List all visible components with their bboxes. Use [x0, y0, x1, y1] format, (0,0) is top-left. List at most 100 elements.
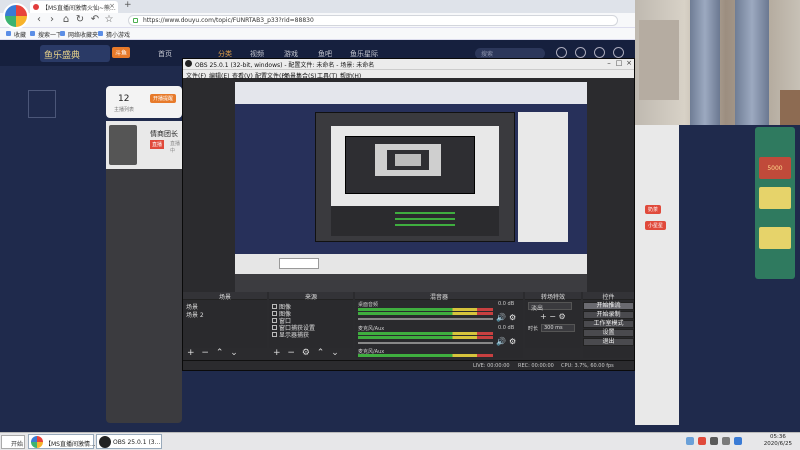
tray-icon[interactable]: [686, 437, 694, 445]
menu-profile[interactable]: 配置文件(P): [255, 71, 287, 80]
chair: [780, 90, 800, 125]
duration-input[interactable]: 300 ms: [541, 324, 575, 332]
menu-view[interactable]: 查看(V): [232, 71, 253, 80]
add-transition-icon[interactable]: +: [540, 312, 547, 321]
live-status: 直播中: [170, 141, 181, 154]
source-settings-icon[interactable]: ⚙: [302, 348, 310, 358]
remove-transition-icon[interactable]: −: [549, 312, 556, 321]
anchor-count-label: 主播列表: [114, 107, 135, 113]
live-tag: 直播: [150, 140, 165, 149]
browser-logo-icon[interactable]: [3, 3, 29, 29]
menu-help[interactable]: 帮助(H): [340, 71, 361, 80]
obs-preview[interactable]: [235, 82, 587, 292]
obs-title-text: OBS 25.0.1 (32-bit, windows) - 配置文件: 未命名…: [195, 62, 375, 69]
controls-panel: 开始推流 开始录制 工作室模式 设置 退出: [583, 300, 634, 358]
refresh-icon[interactable]: ↻: [74, 14, 86, 25]
remove-scene-icon[interactable]: −: [201, 348, 209, 358]
browser-task-icon: [31, 436, 43, 448]
add-scene-icon[interactable]: +: [187, 348, 195, 358]
network-icon[interactable]: [710, 437, 718, 445]
gift-item[interactable]: [759, 187, 791, 209]
site-logo[interactable]: 鱼乐盛典: [40, 45, 110, 62]
transition-settings-icon[interactable]: ⚙: [559, 312, 566, 321]
start-streaming-button[interactable]: 开始推流: [583, 302, 634, 310]
menu-tools[interactable]: 工具(T): [317, 71, 337, 80]
back-icon[interactable]: ‹: [33, 14, 45, 25]
undo-icon[interactable]: ↶: [89, 14, 101, 25]
source-down-icon[interactable]: ⌄: [331, 348, 339, 358]
taskbar-browser[interactable]: 【MS直播间激情...: [28, 434, 96, 449]
volume-icon[interactable]: [722, 437, 730, 445]
nav-home[interactable]: 首页: [158, 49, 172, 59]
forward-icon[interactable]: ›: [46, 14, 58, 25]
obs-task-icon: [99, 436, 111, 448]
curtain-right: [735, 0, 769, 125]
gift-value-badge[interactable]: 5000: [759, 157, 791, 179]
close-tab-icon[interactable]: ×: [109, 2, 115, 10]
exit-button[interactable]: 退出: [583, 338, 634, 346]
mixer-track-db: 0.0 dB: [498, 325, 515, 331]
scenes-toolbar: + − ⌃ ⌄: [187, 348, 238, 358]
streamer-card[interactable]: 情商团长 直播 直播中: [106, 121, 182, 169]
speaker-icon[interactable]: 🔊: [496, 337, 506, 346]
browser-tab[interactable]: 【MS直播间激情火仙~熊... ×: [30, 1, 118, 13]
volume-meter: [358, 332, 493, 335]
menu-scene-collection[interactable]: 场景集合(S): [284, 71, 317, 80]
settings-button[interactable]: 设置: [583, 329, 634, 337]
speaker-icon[interactable]: 🔊: [496, 313, 506, 322]
transition-toolbar: + − ⚙: [540, 312, 566, 321]
source-item[interactable]: 显示器捕获: [272, 330, 309, 339]
star-icon[interactable]: ☆: [103, 14, 115, 25]
menu-edit[interactable]: 编辑(E): [209, 71, 229, 80]
bookmark-item[interactable]: 收藏: [6, 30, 26, 39]
home-icon[interactable]: ⌂: [60, 14, 72, 25]
volume-slider[interactable]: [358, 342, 493, 344]
scene-item[interactable]: 场景 2: [186, 310, 204, 319]
preview-browser-capture: [235, 82, 587, 274]
remove-source-icon[interactable]: −: [287, 348, 295, 358]
anchor-count-card: 12 主播列表 开播提醒: [106, 86, 182, 118]
url-input[interactable]: https://www.douyu.com/topic/FUNRTAB3_p33…: [128, 15, 618, 26]
volume-meter: [358, 308, 493, 311]
bookmark-item[interactable]: 猜小游戏: [98, 30, 130, 39]
studio-mode-button[interactable]: 工作室模式: [583, 320, 634, 328]
clock-time: 05:36: [769, 434, 786, 440]
close-window-icon[interactable]: ×: [624, 59, 634, 67]
new-tab-icon[interactable]: +: [124, 0, 132, 10]
follow-icon[interactable]: [575, 47, 586, 58]
taskbar-clock[interactable]: 05:36 2020/6/25: [764, 434, 792, 448]
gift-item[interactable]: [759, 227, 791, 249]
volume-slider[interactable]: [358, 318, 493, 320]
user-avatar-icon[interactable]: [613, 47, 624, 58]
maximize-icon[interactable]: □: [614, 59, 624, 67]
ime-icon[interactable]: [734, 437, 742, 445]
add-source-icon[interactable]: +: [273, 348, 281, 358]
chat-tag[interactable]: 奶茶: [645, 205, 662, 214]
address-bar: ‹ › ⌂ ↻ ↶ ☆ https://www.douyu.com/topic/…: [0, 13, 635, 28]
mixer-track-name: 麦克风/Aux: [358, 326, 385, 332]
remind-button[interactable]: 开播提醒: [150, 94, 177, 103]
scene-down-icon[interactable]: ⌄: [230, 348, 238, 358]
taskbar-obs[interactable]: OBS 25.0.1 (3...: [96, 434, 162, 449]
mixer-track-name: 桌面音频: [358, 302, 379, 308]
rec-status: REC: 00:00:00: [518, 363, 554, 369]
source-up-icon[interactable]: ⌃: [317, 348, 325, 358]
mixer-dock-title: 混音器: [355, 292, 523, 301]
mixer-track-db: 0.0 dB: [498, 301, 515, 307]
transition-select[interactable]: 淡出: [528, 302, 572, 312]
menu-file[interactable]: 文件(F): [186, 71, 206, 80]
minimize-icon[interactable]: –: [604, 59, 614, 67]
mixer-settings-icon[interactable]: ⚙: [509, 337, 516, 346]
start-button[interactable]: 开始: [1, 435, 25, 449]
mixer-settings-icon[interactable]: ⚙: [509, 313, 516, 322]
volume-meter: [358, 312, 493, 315]
scene-up-icon[interactable]: ⌃: [216, 348, 224, 358]
visibility-icon[interactable]: [272, 332, 277, 337]
start-recording-button[interactable]: 开始录制: [583, 311, 634, 319]
chat-tag[interactable]: 小星星: [645, 221, 667, 230]
bookmark-item[interactable]: 搜索一下: [30, 30, 62, 39]
bookmark-item[interactable]: 网络收藏夹: [60, 30, 98, 39]
message-icon[interactable]: [594, 47, 605, 58]
tray-icon[interactable]: [698, 437, 706, 445]
history-icon[interactable]: [556, 47, 567, 58]
